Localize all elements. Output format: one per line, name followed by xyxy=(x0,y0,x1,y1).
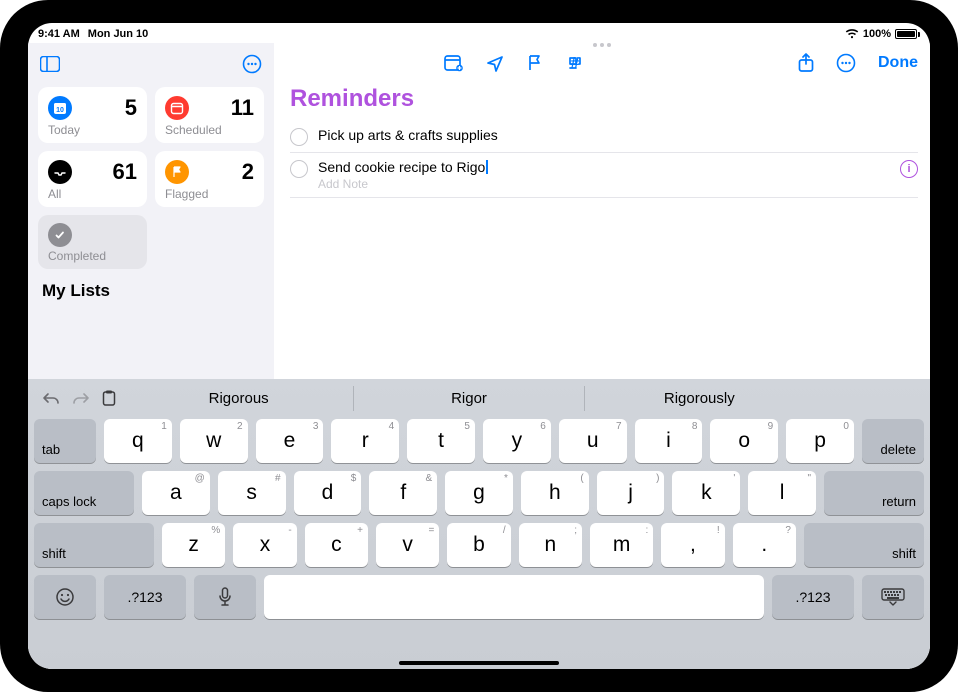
space-key[interactable] xyxy=(264,575,764,619)
dictation-key[interactable] xyxy=(194,575,256,619)
shift-key[interactable]: shift xyxy=(34,523,154,567)
battery-icon xyxy=(895,29,920,39)
smart-list-scheduled[interactable]: 11 Scheduled xyxy=(155,87,264,143)
more-button[interactable] xyxy=(836,53,856,73)
numeric-key[interactable]: .?123 xyxy=(772,575,854,619)
check-icon xyxy=(48,223,72,247)
share-button[interactable] xyxy=(798,53,814,73)
svg-text:#: # xyxy=(571,55,580,72)
key-t[interactable]: t5 xyxy=(407,419,475,463)
location-button[interactable] xyxy=(486,54,504,72)
emoji-key[interactable] xyxy=(34,575,96,619)
wifi-icon xyxy=(845,29,859,39)
smart-label: Flagged xyxy=(165,187,254,201)
key-.[interactable]: .? xyxy=(733,523,796,567)
key-s[interactable]: s# xyxy=(218,471,286,515)
text-cursor xyxy=(486,160,488,174)
clipboard-button[interactable] xyxy=(102,390,116,406)
return-key[interactable]: return xyxy=(824,471,924,515)
smart-list-flagged[interactable]: 2 Flagged xyxy=(155,151,264,207)
undo-button[interactable] xyxy=(42,391,60,405)
my-lists-heading: My Lists xyxy=(38,281,264,301)
key-h[interactable]: h( xyxy=(521,471,589,515)
keyboard-suggestion[interactable]: Rigor xyxy=(353,386,583,411)
key-o[interactable]: o9 xyxy=(710,419,778,463)
calendar-icon: 10 xyxy=(48,96,72,120)
key-d[interactable]: d$ xyxy=(294,471,362,515)
key-g[interactable]: g* xyxy=(445,471,513,515)
shift-key[interactable]: shift xyxy=(804,523,924,567)
reminder-row[interactable]: Pick up arts & crafts supplies xyxy=(290,121,918,153)
svg-text:10: 10 xyxy=(56,107,64,114)
info-button[interactable]: i xyxy=(900,160,918,178)
key-e[interactable]: e3 xyxy=(256,419,324,463)
key-u[interactable]: u7 xyxy=(559,419,627,463)
delete-key[interactable]: delete xyxy=(862,419,924,463)
smart-label: All xyxy=(48,187,137,201)
status-time: 9:41 AM xyxy=(38,28,80,40)
tab-key[interactable]: tab xyxy=(34,419,96,463)
key-c[interactable]: c+ xyxy=(305,523,368,567)
list-title: Reminders xyxy=(290,85,918,113)
key-b[interactable]: b/ xyxy=(447,523,510,567)
smart-count: 61 xyxy=(113,159,137,185)
key-m[interactable]: m: xyxy=(590,523,653,567)
status-bar: 9:41 AM Mon Jun 10 100% xyxy=(28,23,930,43)
dismiss-keyboard-key[interactable] xyxy=(862,575,924,619)
key-j[interactable]: j) xyxy=(597,471,665,515)
key-,[interactable]: ,! xyxy=(661,523,724,567)
key-f[interactable]: f& xyxy=(369,471,437,515)
smart-label: Completed xyxy=(48,249,137,263)
tag-button[interactable]: # xyxy=(566,54,584,72)
add-note-placeholder[interactable]: Add Note xyxy=(318,177,890,191)
smart-count: 2 xyxy=(242,159,254,185)
key-n[interactable]: n; xyxy=(519,523,582,567)
reminder-text-editing[interactable]: Send cookie recipe to Rigo xyxy=(318,159,890,175)
multitask-grabber-icon[interactable] xyxy=(593,43,611,47)
key-i[interactable]: i8 xyxy=(635,419,703,463)
inbox-icon xyxy=(48,160,72,184)
done-button[interactable]: Done xyxy=(878,54,918,72)
keyboard-suggestion[interactable]: Rigorously xyxy=(584,386,814,411)
completion-circle[interactable] xyxy=(290,160,308,178)
key-a[interactable]: a@ xyxy=(142,471,210,515)
onscreen-keyboard: Rigorous Rigor Rigorously tabq1w2e3r4t5y… xyxy=(28,379,930,669)
key-z[interactable]: z% xyxy=(162,523,225,567)
sidebar-toggle-button[interactable] xyxy=(38,52,62,76)
status-date: Mon Jun 10 xyxy=(88,28,149,40)
completion-circle[interactable] xyxy=(290,128,308,146)
calendar-icon xyxy=(165,96,189,120)
battery-pct: 100% xyxy=(863,28,891,40)
reminder-row[interactable]: Send cookie recipe to Rigo Add Note i xyxy=(290,153,918,198)
keyboard-suggestion[interactable]: Rigorous xyxy=(124,386,353,411)
smart-label: Scheduled xyxy=(165,123,254,137)
key-r[interactable]: r4 xyxy=(331,419,399,463)
smart-count: 5 xyxy=(125,95,137,121)
flag-icon xyxy=(165,160,189,184)
key-q[interactable]: q1 xyxy=(104,419,172,463)
key-k[interactable]: k' xyxy=(672,471,740,515)
key-w[interactable]: w2 xyxy=(180,419,248,463)
smart-list-all[interactable]: 61 All xyxy=(38,151,147,207)
smart-list-today[interactable]: 10 5 Today xyxy=(38,87,147,143)
key-l[interactable]: l" xyxy=(748,471,816,515)
key-v[interactable]: v= xyxy=(376,523,439,567)
numeric-key[interactable]: .?123 xyxy=(104,575,186,619)
key-p[interactable]: p0 xyxy=(786,419,854,463)
key-x[interactable]: x- xyxy=(233,523,296,567)
capslock-key[interactable]: caps lock xyxy=(34,471,134,515)
redo-button[interactable] xyxy=(72,391,90,405)
smart-label: Today xyxy=(48,123,137,137)
sidebar-more-button[interactable] xyxy=(240,52,264,76)
reminder-text[interactable]: Pick up arts & crafts supplies xyxy=(318,127,918,143)
home-indicator[interactable] xyxy=(399,661,559,665)
key-y[interactable]: y6 xyxy=(483,419,551,463)
smart-count: 11 xyxy=(231,95,254,121)
smart-list-completed[interactable]: Completed xyxy=(38,215,147,269)
flag-button[interactable] xyxy=(526,54,544,72)
calendar-add-button[interactable] xyxy=(444,54,464,72)
